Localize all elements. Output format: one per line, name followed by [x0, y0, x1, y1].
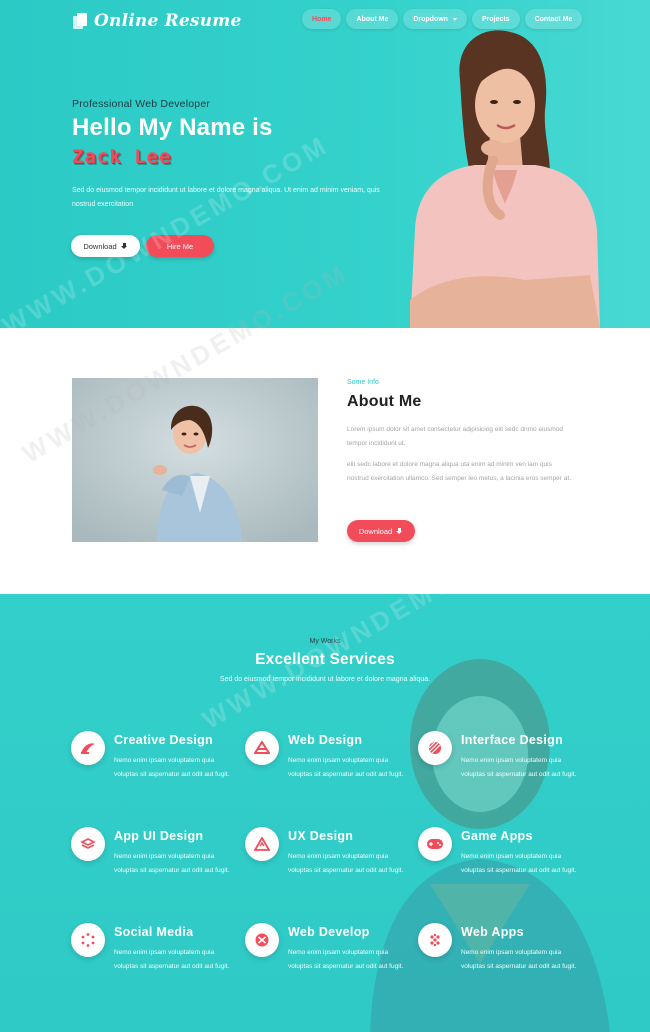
- service-description: Nemo enim ipsam voluptatem quia voluptas…: [114, 949, 230, 970]
- gamepad-icon: [418, 827, 452, 861]
- hero-title: Hello My Name is: [72, 114, 273, 141]
- service-name: Game Apps: [461, 829, 533, 843]
- service-description: Nemo enim ipsam voluptatem quia voluptas…: [461, 757, 577, 778]
- about-download-label: Download: [358, 526, 393, 536]
- services-section: My Works Excellent Services Sed do eiusm…: [0, 594, 650, 1032]
- about-photo-image: [72, 378, 318, 542]
- service-name: Creative Design: [114, 733, 213, 747]
- service-name: Interface Design: [461, 733, 564, 747]
- document-icon: [73, 12, 88, 30]
- nav-item-home[interactable]: Home: [302, 9, 342, 29]
- hero-subtitle: Professional Web Developer: [72, 98, 211, 110]
- web-develop-icon: [245, 923, 279, 957]
- interface-design-icon: [418, 731, 452, 765]
- social-media-icon: [71, 923, 105, 957]
- hire-me-button[interactable]: Hire Me: [146, 235, 214, 257]
- brand-name: Online Resume: [94, 11, 242, 31]
- about-kicker: Some Info: [347, 379, 379, 386]
- brand-logo[interactable]: Online Resume: [73, 11, 241, 31]
- main-nav: Home About Me Dropdown Projects Contact …: [302, 9, 583, 29]
- service-name: Web Develop: [288, 925, 370, 939]
- nav-item-dropdown[interactable]: Dropdown: [403, 9, 467, 29]
- nav-item-projects[interactable]: Projects: [471, 9, 520, 29]
- hero-name: Zack Lee: [72, 146, 172, 168]
- services-title: Excellent Services: [255, 651, 395, 668]
- about-section: Some Info About Me Lorem ipsum dolor sit…: [0, 257, 650, 594]
- service-description: Nemo enim ipsam voluptatem quia voluptas…: [114, 853, 230, 874]
- services-subtitle: Sed do eiusmod tempor incididunt ut labo…: [219, 676, 431, 683]
- about-paragraph-2: elit sedc labore et dolore magna aliqua …: [347, 461, 571, 482]
- hero-portrait-image: [410, 30, 600, 328]
- hero-buttons: Download Hire Me: [71, 235, 214, 257]
- service-name: Web Apps: [461, 925, 524, 939]
- hero-description: Sed do eiusmod tempor incididunt ut labo…: [72, 187, 380, 208]
- nav-item-about-me[interactable]: About Me: [346, 9, 399, 29]
- service-description: Nemo enim ipsam voluptatem quia voluptas…: [288, 757, 404, 778]
- nav-item-contact-me[interactable]: Contact Me: [524, 9, 583, 29]
- creative-design-icon: [71, 731, 105, 765]
- nav-item-dropdown-label: Dropdown: [413, 15, 448, 23]
- about-download-button[interactable]: Download: [347, 520, 415, 542]
- service-description: Nemo enim ipsam voluptatem quia voluptas…: [114, 757, 230, 778]
- service-description: Nemo enim ipsam voluptatem quia voluptas…: [461, 853, 577, 874]
- about-title: About Me: [347, 393, 422, 410]
- download-icon: [396, 527, 403, 535]
- about-paragraph-1: Lorem ipsum dolor sit amet consectetur a…: [347, 426, 564, 447]
- service-name: Social Media: [114, 925, 194, 939]
- ux-design-icon: [245, 827, 279, 861]
- download-button-label: Download: [83, 241, 117, 251]
- service-description: Nemo enim ipsam voluptatem quia voluptas…: [461, 949, 577, 970]
- web-design-icon: [245, 731, 279, 765]
- hero-section: Online Resume Home About Me Dropdown Pro…: [0, 0, 650, 328]
- hero-text: Professional Web Developer Hello My Name…: [72, 98, 392, 212]
- service-name: App UI Design: [114, 829, 204, 843]
- service-name: Web Design: [288, 733, 363, 747]
- chevron-down-icon: [452, 17, 457, 21]
- web-apps-icon: [418, 923, 452, 957]
- service-description: Nemo enim ipsam voluptatem quia voluptas…: [288, 853, 404, 874]
- app-ui-icon: [71, 827, 105, 861]
- service-name: UX Design: [288, 829, 354, 843]
- services-kicker: My Works: [309, 638, 341, 645]
- service-description: Nemo enim ipsam voluptatem quia voluptas…: [288, 949, 404, 970]
- download-button[interactable]: Download: [71, 235, 140, 257]
- download-icon: [120, 242, 128, 250]
